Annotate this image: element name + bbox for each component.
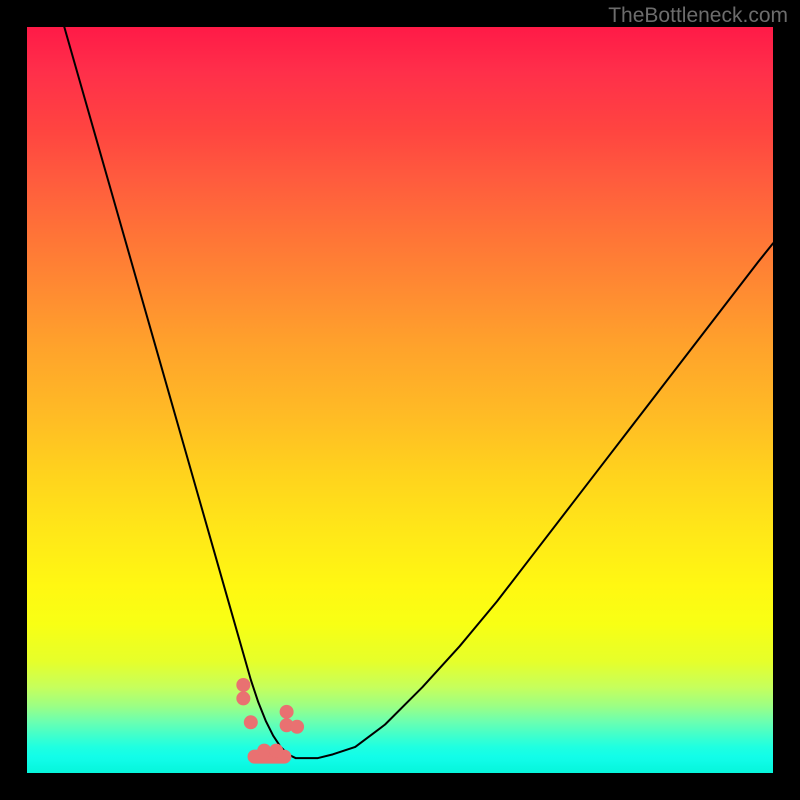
curve-path [64, 27, 773, 758]
highlight-dot [280, 705, 294, 719]
highlight-dot [290, 720, 304, 734]
highlight-dot [244, 715, 258, 729]
highlight-dot [257, 744, 271, 758]
plot-area [27, 27, 773, 773]
chart-frame: TheBottleneck.com [0, 0, 800, 800]
watermark-text: TheBottleneck.com [608, 4, 788, 28]
highlight-dot [269, 744, 283, 758]
highlight-dot [236, 691, 250, 705]
highlight-dot [236, 678, 250, 692]
chart-svg [27, 27, 773, 773]
